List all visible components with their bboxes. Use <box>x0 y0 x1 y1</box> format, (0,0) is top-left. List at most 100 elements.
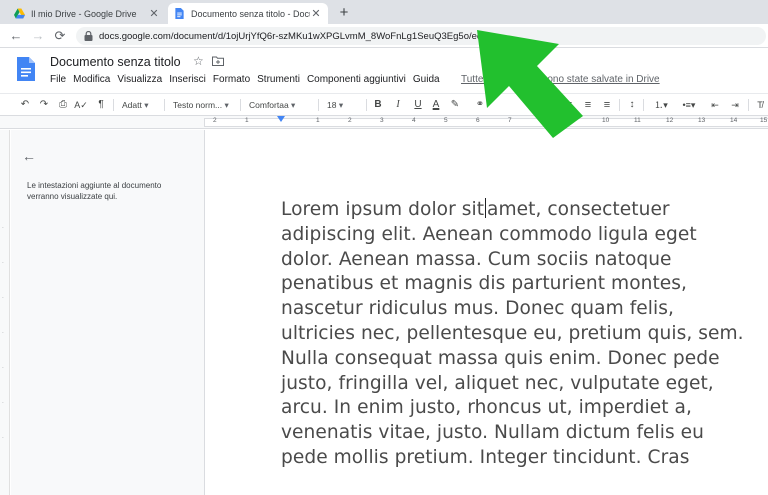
ruler-number: 12 <box>666 117 674 124</box>
move-to-folder-icon[interactable] <box>212 56 224 66</box>
close-tab-icon[interactable]: ✕ <box>310 7 322 20</box>
reload-icon[interactable]: ⟳ <box>52 27 68 45</box>
ruler-number: 2 <box>213 117 217 124</box>
document-title[interactable]: Documento senza titolo <box>50 55 181 69</box>
menu-file[interactable]: File <box>50 74 66 85</box>
ruler-number: 1 <box>245 117 249 124</box>
bold-button[interactable]: B <box>372 97 384 113</box>
text-before-caret: Lorem ipsum dolor sit <box>281 199 485 220</box>
toolbar-separator <box>619 99 620 111</box>
menu-componenti-aggiuntivi[interactable]: Componenti aggiuntivi <box>307 74 406 85</box>
ruler-number: 1 <box>316 117 320 124</box>
font-size-dropdown[interactable]: 18 <box>327 97 363 113</box>
clear-formatting-icon[interactable]: T̸ <box>753 97 767 113</box>
close-outline-arrow-icon[interactable]: ← <box>22 148 36 164</box>
menu-formato[interactable]: Formato <box>213 74 250 85</box>
zoom-dropdown[interactable]: Adatt <box>122 97 162 113</box>
underline-button[interactable]: U <box>412 97 424 113</box>
vruler-tick: · <box>2 225 4 231</box>
ruler-number: 11 <box>634 117 641 124</box>
docs-header: Documento senza titolo ☆ File Modifica V… <box>0 49 768 93</box>
annotation-arrow-icon <box>477 30 583 138</box>
browser-toolbar: ← → ⟳ docs.google.com/document/d/1ojUrjY… <box>0 24 768 48</box>
vruler-tick: · <box>2 295 4 301</box>
text-line: dolor. Aenean massa. Cum sociis natoque <box>281 248 672 270</box>
close-tab-icon[interactable]: ✕ <box>148 7 160 20</box>
vruler-tick: · <box>2 260 4 266</box>
text-line: penatibus et magnis dis parturient monte… <box>281 273 687 295</box>
tab-title: Documento senza titolo - Docum <box>191 8 310 19</box>
ruler-number: 5 <box>444 117 448 124</box>
paragraph-style-dropdown[interactable]: Testo norm... <box>173 97 237 113</box>
toolbar-separator <box>113 99 114 111</box>
url-text: docs.google.com/document/d/1ojUrjYfQ6r-s… <box>99 30 487 42</box>
google-drive-icon <box>14 8 25 19</box>
menu-inserisci[interactable]: Inserisci <box>169 74 206 85</box>
text-line: adipiscing elit. Aenean commodo ligula e… <box>281 223 697 245</box>
increase-indent-icon[interactable]: ⇥ <box>728 97 742 113</box>
text-after-caret: amet, consectetuer <box>487 199 670 220</box>
ruler-number: 10 <box>602 117 610 124</box>
menu-strumenti[interactable]: Strumenti <box>257 74 300 85</box>
undo-icon[interactable]: ↶ <box>18 97 32 113</box>
address-bar[interactable]: docs.google.com/document/d/1ojUrjYfQ6r-s… <box>76 27 766 45</box>
spellcheck-icon[interactable]: A✓ <box>74 97 88 113</box>
ruler-number: 4 <box>412 117 416 124</box>
print-icon[interactable]: ⎙ <box>56 97 70 113</box>
menu-visualizza[interactable]: Visualizza <box>117 74 162 85</box>
decrease-indent-icon[interactable]: ⇤ <box>708 97 722 113</box>
tab-title: Il mio Drive - Google Drive <box>31 8 137 19</box>
numbered-list-icon[interactable]: ⒈▾ <box>650 97 672 113</box>
text-line: nascetur ridiculus mus. Donec quam felis… <box>281 298 674 320</box>
toolbar-separator <box>318 99 319 111</box>
toolbar-separator <box>643 99 644 111</box>
menu-bar: File Modifica Visualizza Inserisci Forma… <box>50 74 447 85</box>
ruler-number: 13 <box>698 117 706 124</box>
paint-format-icon[interactable]: ¶ <box>94 97 108 113</box>
toolbar-separator <box>748 99 749 111</box>
justify-icon[interactable]: ≡ <box>600 97 614 113</box>
ruler-number: 3 <box>380 117 384 124</box>
ruler-number: 14 <box>730 117 738 124</box>
formatting-toolbar: ↶ ↷ ⎙ A✓ ¶ Adatt Testo norm... Comfortaa… <box>0 93 768 116</box>
toolbar-separator <box>240 99 241 111</box>
new-tab-button[interactable]: + <box>336 3 352 23</box>
docs-logo-icon[interactable] <box>17 57 35 81</box>
tab-documento-senza-titolo[interactable]: Documento senza titolo - Docum ✕ <box>168 3 328 24</box>
toolbar-separator <box>366 99 367 111</box>
text-line: ultricies nec, pellentesque eu, pretium … <box>281 322 744 344</box>
document-body[interactable]: Lorem ipsum dolor sit amet, consectetuer … <box>281 198 768 471</box>
text-color-button[interactable]: A <box>430 97 442 113</box>
line-spacing-icon[interactable]: ↕ <box>625 97 639 113</box>
outline-placeholder: Le intestazioni aggiunte al documento ve… <box>27 181 162 201</box>
google-docs-icon <box>175 8 184 19</box>
lock-icon <box>84 31 93 41</box>
text-line: pede mollis pretium. Integer tincidunt. … <box>281 446 690 468</box>
menu-modifica[interactable]: Modifica <box>73 74 110 85</box>
back-arrow-icon[interactable]: ← <box>8 27 24 45</box>
text-line: Lorem ipsum dolor sit amet, consectetuer <box>281 198 768 223</box>
vruler-tick: · <box>2 400 4 406</box>
tab-google-drive[interactable]: Il mio Drive - Google Drive ✕ <box>8 3 166 24</box>
vertical-ruler[interactable]: · · · · · · · <box>0 130 10 495</box>
redo-icon[interactable]: ↷ <box>37 97 51 113</box>
vruler-tick: · <box>2 435 4 441</box>
text-cursor <box>485 198 487 218</box>
horizontal-ruler[interactable]: 2 1 1 2 3 4 5 6 7 8 9 10 11 12 13 14 15 <box>0 116 768 129</box>
text-line: arcu. In enim justo, rhoncus ut, imperdi… <box>281 397 692 419</box>
vruler-tick: · <box>2 330 4 336</box>
ruler-number: 2 <box>348 117 352 124</box>
font-dropdown[interactable]: Comfortaa <box>249 97 315 113</box>
toolbar-separator <box>164 99 165 111</box>
indent-marker-icon[interactable] <box>277 116 285 122</box>
bulleted-list-icon[interactable]: •≡▾ <box>678 97 700 113</box>
forward-arrow-icon[interactable]: → <box>30 27 46 45</box>
text-line: venenatis vitae, justo. Nullam dictum fe… <box>281 422 704 444</box>
italic-button[interactable]: I <box>392 97 404 113</box>
menu-guida[interactable]: Guida <box>413 74 440 85</box>
star-icon[interactable]: ☆ <box>193 54 204 68</box>
vruler-tick: · <box>2 365 4 371</box>
browser-tab-strip: Il mio Drive - Google Drive ✕ Documento … <box>0 0 768 24</box>
text-line: justo, fringilla vel, aliquet nec, vulpu… <box>281 372 714 394</box>
ruler-number: 15 <box>760 117 768 124</box>
